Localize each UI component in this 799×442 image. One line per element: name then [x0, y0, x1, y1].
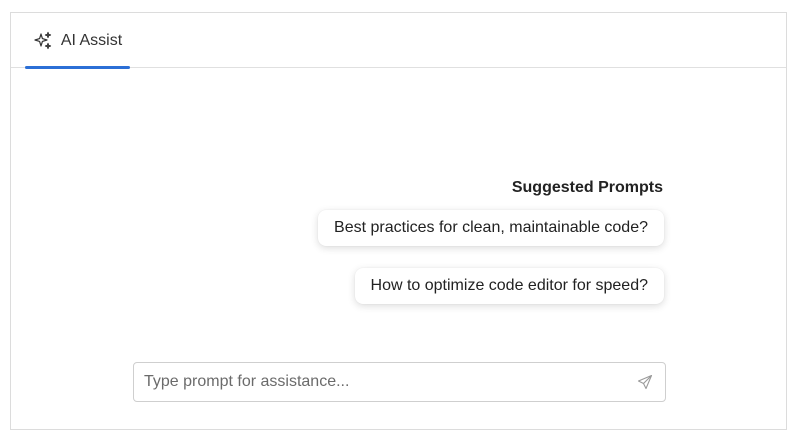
- suggested-prompt-item[interactable]: How to optimize code editor for speed?: [354, 268, 664, 304]
- ai-assist-panel: AI Assist Suggested Prompts Best practic…: [10, 12, 787, 430]
- tab-ai-assist[interactable]: AI Assist: [25, 13, 130, 69]
- tab-bar: AI Assist: [11, 13, 786, 69]
- send-button[interactable]: [625, 363, 665, 401]
- suggested-prompt-item[interactable]: Best practices for clean, maintainable c…: [318, 210, 664, 246]
- prompt-input-box: [133, 362, 666, 402]
- sparkle-icon: [33, 31, 53, 51]
- active-tab-indicator: [25, 66, 130, 69]
- prompt-input[interactable]: [134, 363, 625, 401]
- suggested-prompts-title: Suggested Prompts: [511, 179, 663, 196]
- suggested-prompts: Suggested Prompts Best practices for cle…: [318, 179, 664, 326]
- send-icon: [637, 374, 653, 390]
- tab-label: AI Assist: [60, 31, 123, 49]
